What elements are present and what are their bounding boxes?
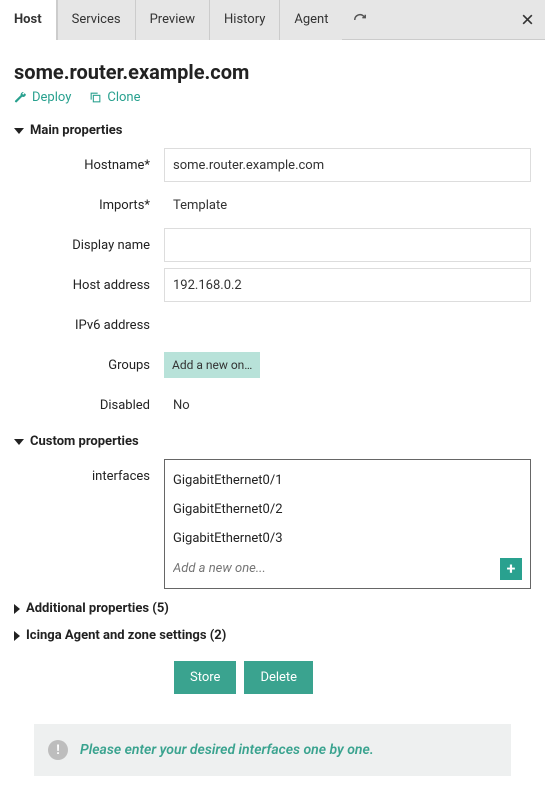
interface-add-input[interactable] bbox=[173, 555, 500, 582]
deploy-label: Deploy bbox=[32, 90, 71, 105]
interface-item[interactable]: GigabitEthernet0/3 bbox=[173, 524, 522, 553]
ipv6-input[interactable] bbox=[164, 308, 531, 342]
clone-icon bbox=[89, 91, 102, 104]
label-disabled: Disabled bbox=[14, 398, 164, 413]
label-display-name: Display name bbox=[14, 238, 164, 253]
caret-down-icon bbox=[14, 128, 24, 134]
section-main-properties[interactable]: Main properties bbox=[14, 123, 531, 138]
caret-down-icon bbox=[14, 439, 24, 445]
section-additional-label: Additional properties (5) bbox=[26, 601, 169, 616]
label-groups: Groups bbox=[14, 358, 164, 373]
label-ipv6: IPv6 address bbox=[14, 318, 164, 333]
hint-text: Please enter your desired interfaces one… bbox=[80, 742, 374, 758]
section-main-label: Main properties bbox=[30, 123, 122, 138]
hostname-input[interactable] bbox=[164, 148, 531, 182]
section-icinga-label: Icinga Agent and zone settings (2) bbox=[26, 628, 226, 643]
refresh-icon[interactable] bbox=[342, 0, 378, 40]
caret-right-icon bbox=[14, 604, 20, 614]
section-custom-label: Custom properties bbox=[30, 434, 139, 449]
disabled-select[interactable] bbox=[164, 388, 531, 422]
interfaces-box: GigabitEthernet0/1 GigabitEthernet0/2 Gi… bbox=[164, 459, 531, 589]
groups-add-pill[interactable]: Add a new on… bbox=[164, 352, 260, 378]
interface-item[interactable]: GigabitEthernet0/1 bbox=[173, 466, 522, 495]
tab-preview[interactable]: Preview bbox=[135, 0, 209, 40]
deploy-link[interactable]: Deploy bbox=[14, 90, 71, 105]
caret-right-icon bbox=[14, 631, 20, 641]
tab-host[interactable]: Host bbox=[0, 0, 57, 40]
clone-label: Clone bbox=[107, 90, 140, 105]
label-hostname: Hostname* bbox=[14, 158, 164, 173]
tab-history[interactable]: History bbox=[209, 0, 279, 40]
interface-item[interactable]: GigabitEthernet0/2 bbox=[173, 495, 522, 524]
tab-agent[interactable]: Agent bbox=[279, 0, 342, 40]
wrench-icon bbox=[14, 91, 27, 104]
close-icon[interactable] bbox=[509, 0, 545, 40]
tab-bar: Host Services Preview History Agent bbox=[0, 0, 545, 40]
host-address-input[interactable] bbox=[164, 268, 531, 302]
store-button[interactable]: Store bbox=[174, 661, 236, 694]
info-icon: ! bbox=[48, 740, 68, 760]
clone-link[interactable]: Clone bbox=[89, 90, 140, 105]
hint-box: ! Please enter your desired interfaces o… bbox=[34, 724, 511, 776]
display-name-input[interactable] bbox=[164, 228, 531, 262]
label-interfaces: interfaces bbox=[14, 459, 164, 484]
page-title: some.router.example.com bbox=[14, 60, 531, 84]
tab-services[interactable]: Services bbox=[57, 0, 135, 40]
section-custom-properties[interactable]: Custom properties bbox=[14, 434, 531, 449]
delete-button[interactable]: Delete bbox=[244, 661, 313, 694]
imports-input[interactable] bbox=[164, 188, 531, 222]
label-host-address: Host address bbox=[14, 278, 164, 293]
action-bar: Deploy Clone bbox=[14, 90, 531, 105]
label-imports: Imports* bbox=[14, 198, 164, 213]
section-additional-properties[interactable]: Additional properties (5) bbox=[14, 601, 531, 616]
section-icinga-agent[interactable]: Icinga Agent and zone settings (2) bbox=[14, 628, 531, 643]
plus-icon[interactable]: + bbox=[500, 558, 522, 580]
